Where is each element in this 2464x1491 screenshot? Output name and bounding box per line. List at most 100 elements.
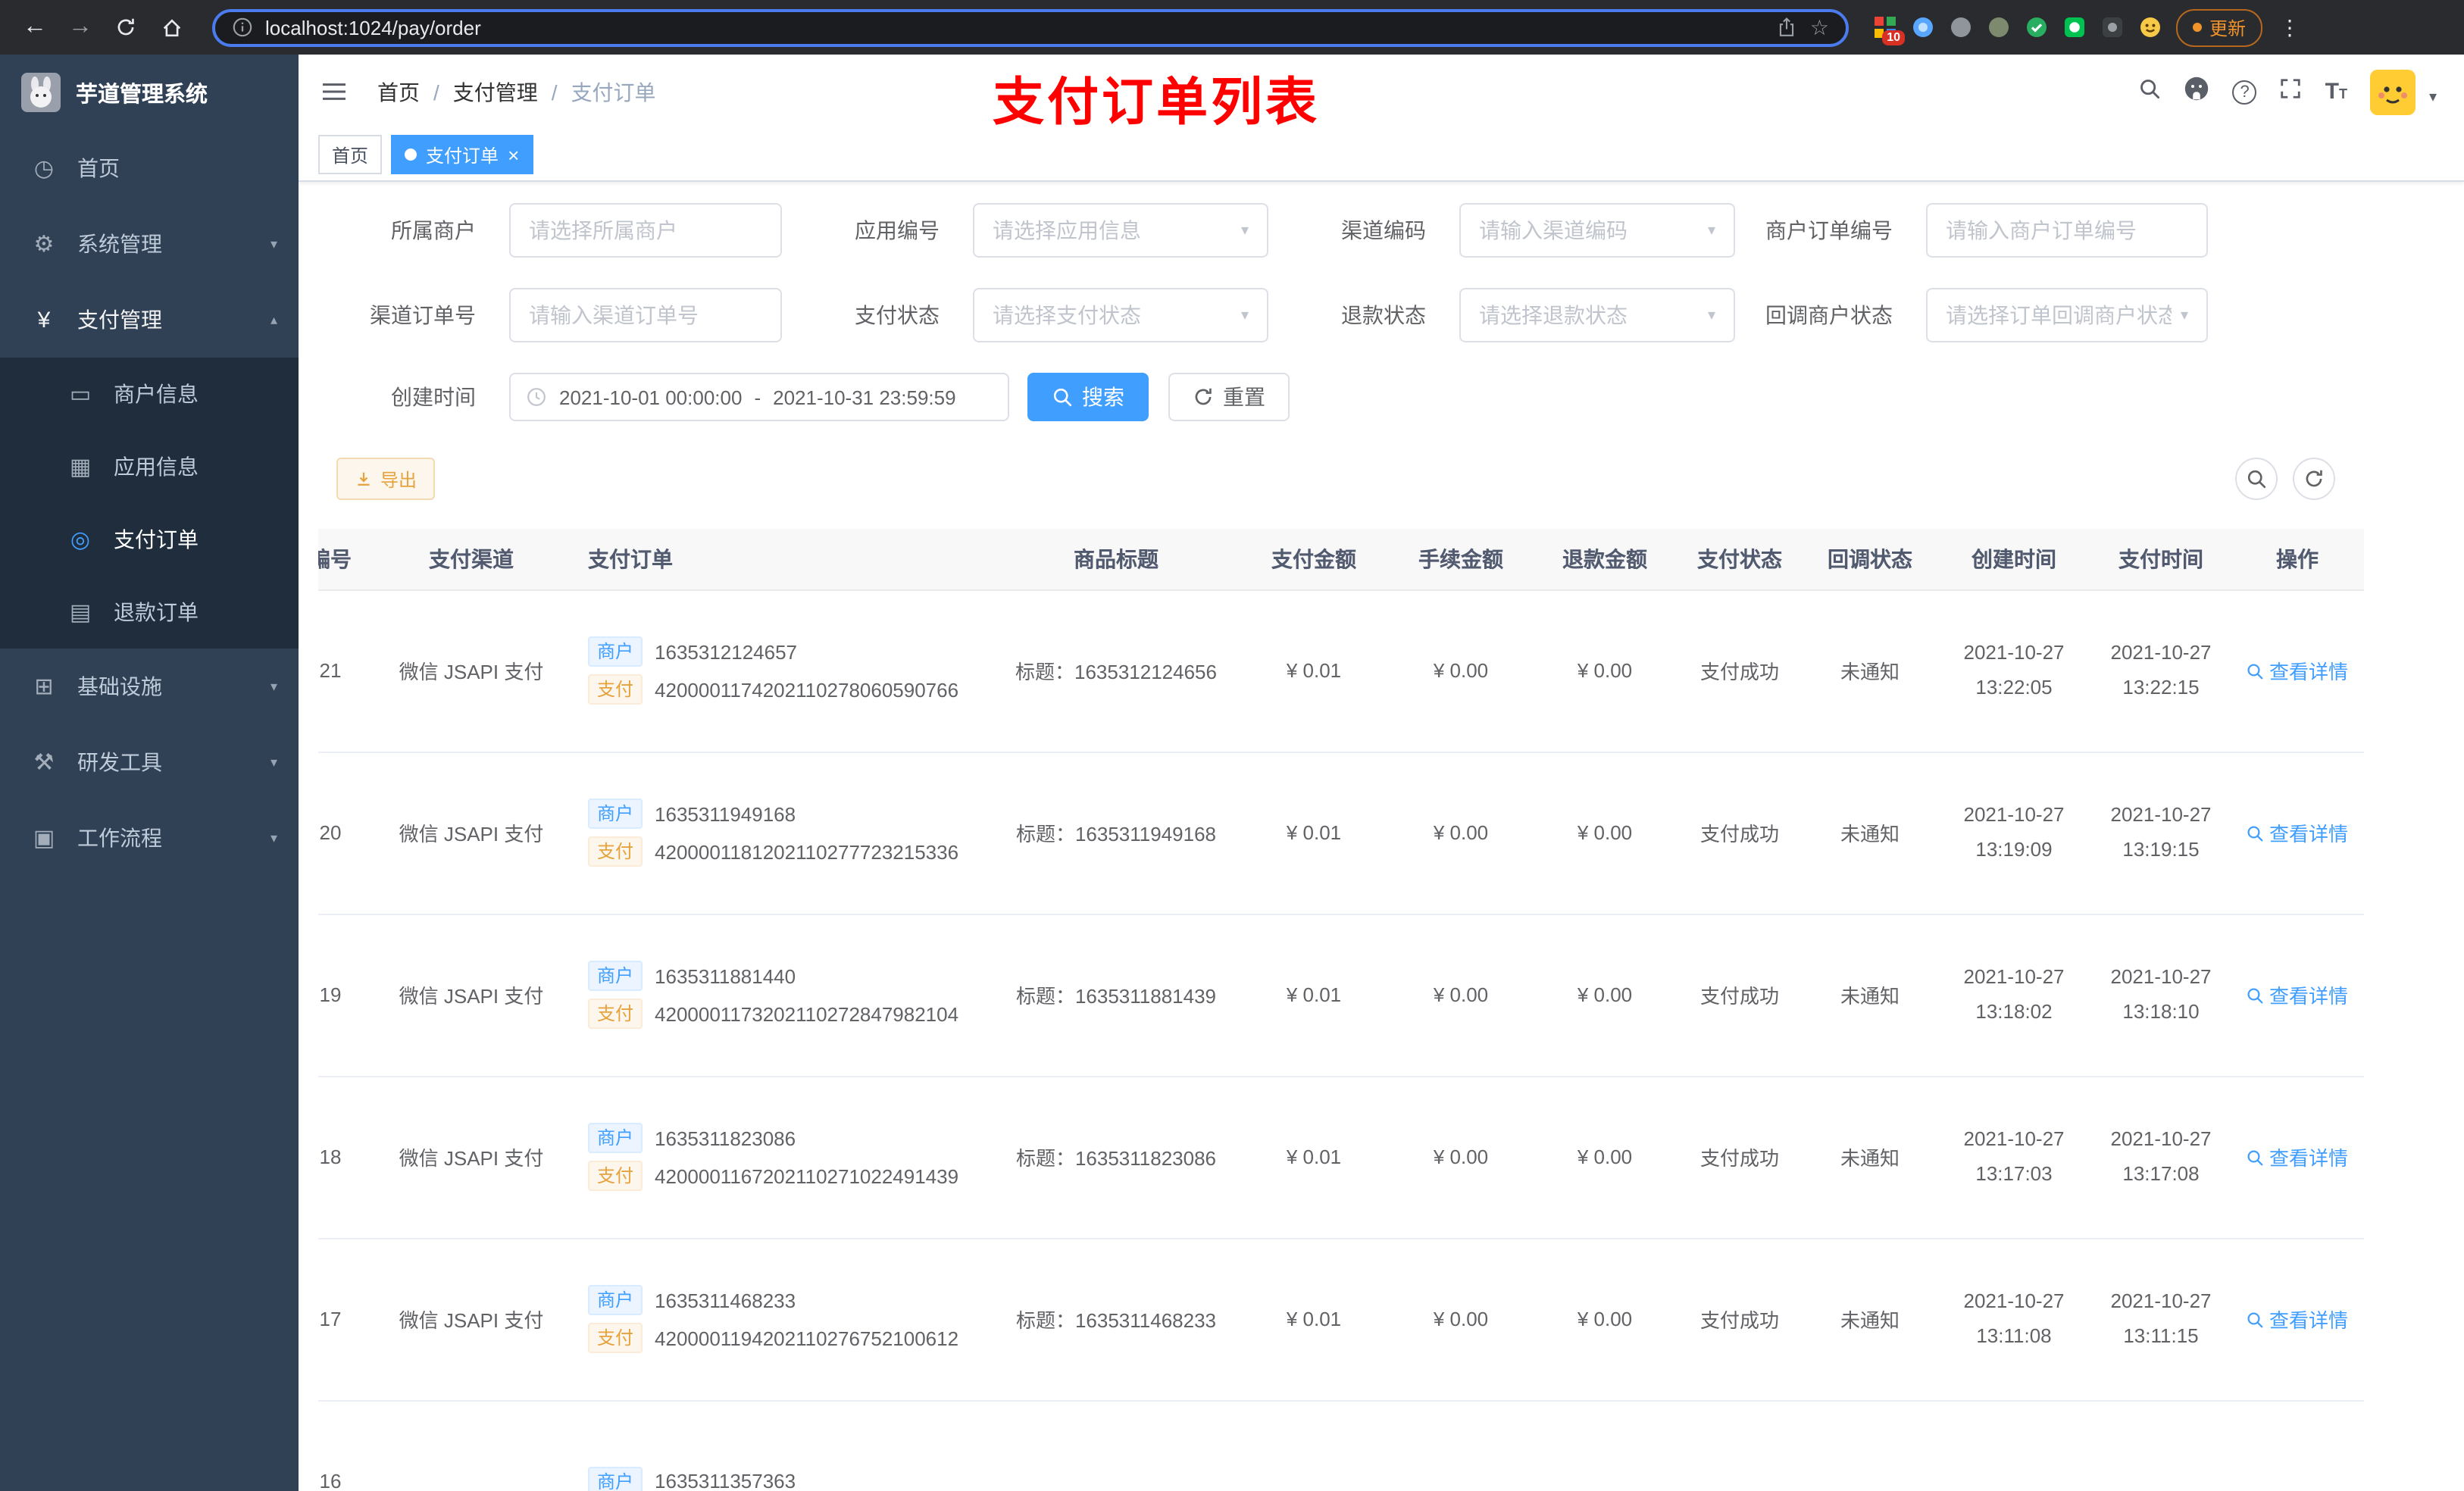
breadcrumb-item[interactable]: 支付管理 [453, 77, 538, 107]
logo[interactable]: 芋道管理系统 [0, 55, 299, 130]
sidebar-item[interactable]: ⊞ 基础设施 ▾ [0, 649, 299, 724]
pay-amount: ¥ 0.01 [1286, 659, 1342, 682]
pay-status: 支付成功 [1699, 1309, 1779, 1332]
extension-olive-icon[interactable] [1987, 15, 2011, 39]
sidebar-item[interactable]: ◷ 首页 [0, 130, 299, 206]
browser-home-icon[interactable] [152, 8, 191, 47]
sidebar-item[interactable]: ¥ 支付管理 ▴ [0, 282, 299, 358]
merchant-tag: 商户 [588, 961, 643, 991]
reload-icon[interactable] [106, 8, 145, 47]
caret-down-icon[interactable]: ▾ [2429, 89, 2437, 105]
column-header: 商品标题 [993, 529, 1240, 590]
date-range-input[interactable]: 2021-10-01 00:00:00 - 2021-10-31 23:59:5… [509, 373, 1009, 421]
tab-首页[interactable]: 首页 [318, 135, 383, 174]
filter-label: 退款状态 [1341, 303, 1426, 327]
share-icon[interactable] [1777, 17, 1798, 38]
filter-label: 商户订单编号 [1765, 218, 1893, 242]
filter-select[interactable]: 请输入渠道编码 ▾ [1459, 203, 1735, 258]
filter-select[interactable]: 请选择应用信息 ▾ [973, 203, 1268, 258]
breadcrumb-separator: / [433, 80, 439, 104]
gear-icon: ⚙ [33, 232, 55, 258]
extension-gray-icon[interactable] [1949, 15, 1973, 39]
bookmark-star-icon[interactable]: ☆ [1810, 14, 1829, 40]
sidebar-subitem[interactable]: ◎ 支付订单 [0, 503, 299, 576]
extension-dark-icon[interactable] [2100, 15, 2125, 39]
pay-channel: 微信 JSAPI 支付 [399, 985, 544, 1008]
sidebar-subitem[interactable]: ▤ 退款订单 [0, 576, 299, 649]
extension-blue-icon[interactable] [1911, 15, 1935, 39]
forward-icon[interactable]: → [61, 8, 100, 47]
extension-chat-icon[interactable] [2062, 15, 2087, 39]
fullscreen-icon[interactable] [2280, 77, 2303, 107]
refund-amount: ¥ 0.00 [1577, 659, 1633, 682]
search-button[interactable]: 搜索 [1027, 373, 1149, 421]
hamburger-icon[interactable] [315, 80, 353, 103]
table-row: 21 微信 JSAPI 支付 商户 1635312124657 支付 4200001… [318, 589, 2364, 752]
filter-select[interactable]: 请选择支付状态 ▾ [973, 288, 1268, 342]
refund-amount: ¥ 0.00 [1577, 1308, 1633, 1330]
column-header: 支付时间 [2091, 529, 2231, 590]
toggle-search-button[interactable] [2235, 458, 2278, 500]
pay-order-no: 4200001167202110271022491439 [655, 1164, 959, 1187]
view-detail-link[interactable]: 查看详情 [2247, 1142, 2348, 1171]
notify-status: 未通知 [1840, 661, 1900, 683]
url-text: localhost:1024/pay/order [265, 16, 481, 39]
tab-支付订单[interactable]: 支付订单 × [391, 135, 533, 174]
merchant-order-no: 1635312124657 [655, 640, 798, 663]
browser-toolbar: ← → localhost:1024/pay/order ☆ 10 更新 ⋮ [0, 0, 2464, 55]
filter-input[interactable]: 请输入渠道订单号 [509, 288, 782, 342]
filter-label: 回调商户状态 [1765, 303, 1893, 327]
reset-button[interactable]: 重置 [1168, 373, 1290, 421]
user-avatar[interactable] [2369, 69, 2416, 114]
close-icon[interactable]: × [508, 145, 519, 164]
site-info-icon[interactable] [232, 17, 253, 38]
browser-menu-icon[interactable]: ⋮ [2276, 14, 2303, 40]
table-toolbar: 导出 [336, 458, 2444, 500]
sidebar-subitem[interactable]: ▭ 商户信息 [0, 358, 299, 430]
sidebar-item[interactable]: ⚙ 系统管理 ▾ [0, 206, 299, 282]
view-detail-link[interactable]: 查看详情 [2247, 818, 2348, 847]
back-icon[interactable]: ← [15, 8, 55, 47]
sidebar-subitem[interactable]: ▦ 应用信息 [0, 430, 299, 503]
filter-select[interactable]: 请选择订单回调商户状态 ▾ [1926, 288, 2208, 342]
pay-order-no: 4200001181202110277723215336 [655, 840, 959, 863]
chevron-down-icon: ▾ [1707, 222, 1715, 239]
filter-input[interactable]: 请输入商户订单编号 [1926, 203, 2208, 258]
pay-status: 支付成功 [1699, 1147, 1779, 1170]
extension-emoji-icon[interactable] [2138, 15, 2162, 39]
sidebar-menu: ◷ 首页 ⚙ 系统管理 ▾ ¥ 支付管理 ▴ ▭ 商户信息 ▦ 应用信息 ◎ 支付订单 ▤ 退款订单 ⊞ 基础设施… [0, 130, 299, 876]
filter-input[interactable]: 请选择所属商户 [509, 203, 782, 258]
breadcrumb-item: 支付订单 [571, 80, 656, 104]
view-detail-link[interactable]: 查看详情 [2247, 1305, 2348, 1333]
column-header: 操作 [2231, 529, 2364, 590]
view-detail-link[interactable]: 查看详情 [2247, 656, 2348, 685]
pay-tag: 支付 [588, 1161, 643, 1191]
extension-grid-icon[interactable]: 10 [1873, 15, 1905, 45]
refresh-table-button[interactable] [2293, 458, 2335, 500]
view-detail-link[interactable]: 查看详情 [2247, 980, 2348, 1009]
notify-status: 未通知 [1840, 1147, 1900, 1170]
merchant-tag: 商户 [588, 1466, 643, 1491]
browser-update-button[interactable]: 更新 [2176, 8, 2263, 46]
search-icon[interactable] [2139, 77, 2162, 107]
product-title: 标题：1635311468233 [1015, 1309, 1217, 1332]
pay-amount: ¥ 0.01 [1286, 1146, 1342, 1168]
sidebar-item[interactable]: ▣ 工作流程 ▾ [0, 800, 299, 876]
order-id: 18 [319, 1146, 342, 1168]
pay-amount: ¥ 0.01 [1286, 1308, 1342, 1330]
export-button[interactable]: 导出 [336, 458, 436, 500]
github-icon[interactable] [2184, 75, 2210, 108]
font-size-icon[interactable]: TT [2325, 79, 2347, 105]
merchant-order-no: 1635311949168 [655, 802, 796, 825]
date-separator: - [754, 386, 761, 408]
order-id: 16 [319, 1470, 342, 1491]
breadcrumb-item[interactable]: 首页 [377, 77, 420, 107]
filter-select[interactable]: 请选择退款状态 ▾ [1459, 288, 1735, 342]
sidebar-item[interactable]: ⚒ 研发工具 ▾ [0, 724, 299, 800]
address-bar[interactable]: localhost:1024/pay/order ☆ [212, 8, 1849, 46]
help-icon[interactable]: ? [2232, 80, 2257, 104]
header-actions: ? TT ▾ [2139, 69, 2437, 114]
column-header: 编号 [318, 529, 385, 590]
extension-check-icon[interactable] [2025, 15, 2049, 39]
filter-label: 渠道编码 [1341, 218, 1426, 242]
